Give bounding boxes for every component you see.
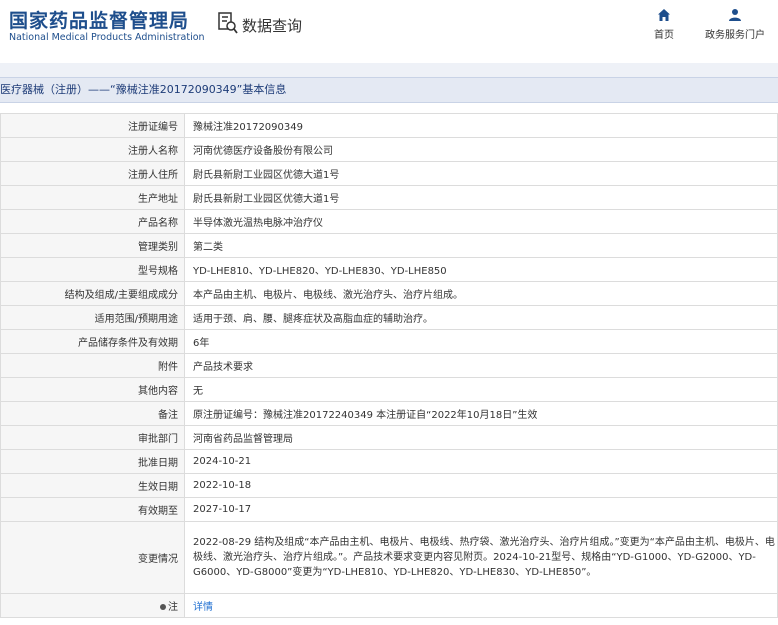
- field-value: 尉氏县新尉工业园区优德大道1号: [184, 185, 778, 210]
- detail-table: 注册证编号 豫械注准20172090349 注册人名称 河南优德医疗设备股份有限公司注…: [0, 113, 778, 618]
- field-value: 本产品由主机、电极片、电极线、激光治疗头、治疗片组成。: [184, 281, 778, 306]
- field-value: 尉氏县新尉工业园区优德大道1号: [184, 161, 778, 186]
- field-value: 半导体激光温热电脉冲治疗仪: [184, 209, 778, 234]
- field-value: 2027-10-17: [184, 497, 778, 522]
- field-label: 产品储存条件及有效期: [0, 329, 185, 354]
- table-row: 管理类别 第二类: [0, 233, 778, 258]
- note-value: 详情: [184, 593, 778, 618]
- table-row: 注册人住所 尉氏县新尉工业园区优德大道1号: [0, 161, 778, 186]
- table-row: 注册人名称 河南优德医疗设备股份有限公司: [0, 137, 778, 162]
- field-value: 原注册证编号：豫械注准20172240349 本注册证自“2022年10月18日…: [184, 401, 778, 426]
- table-row: 型号规格 YD-LHE810、YD-LHE820、YD-LHE830、YD-LHE…: [0, 257, 778, 282]
- table-row: 生产地址 尉氏县新尉工业园区优德大道1号: [0, 185, 778, 210]
- field-label: 生效日期: [0, 473, 185, 498]
- note-key-label: 注: [168, 602, 178, 613]
- table-row: 产品名称 半导体激光温热电脉冲治疗仪: [0, 209, 778, 234]
- field-label: 注册人住所: [0, 161, 185, 186]
- page-title: 医疗器械（注册）——“豫械注准20172090349”基本信息: [0, 77, 778, 103]
- table-row: 有效期至 2027-10-17: [0, 497, 778, 522]
- nav-home[interactable]: 首页: [652, 8, 676, 41]
- table-row: 注册证编号 豫械注准20172090349: [0, 113, 778, 138]
- data-query-icon: [218, 12, 238, 38]
- field-label: 注册证编号: [0, 113, 185, 138]
- field-value: 产品技术要求: [184, 353, 778, 378]
- table-row: 批准日期 2024-10-21: [0, 449, 778, 474]
- header-divider: [0, 63, 778, 77]
- table-row: 生效日期 2022-10-18: [0, 473, 778, 498]
- field-label: 备注: [0, 401, 185, 426]
- nav-home-label: 首页: [654, 30, 674, 41]
- user-icon: [729, 9, 741, 21]
- field-value: 适用于颈、肩、腰、腿疼症状及高脂血症的辅助治疗。: [184, 305, 778, 330]
- field-label: 注册人名称: [0, 137, 185, 162]
- table-row: 其他内容无: [0, 377, 778, 402]
- field-label: 结构及组成/主要组成成分: [0, 281, 185, 306]
- table-row: 适用范围/预期用途 适用于颈、肩、腰、腿疼症状及高脂血症的辅助治疗。: [0, 305, 778, 330]
- site-logo-subtitle: National Medical Products Administration: [9, 32, 205, 43]
- field-label: 审批部门: [0, 425, 185, 450]
- field-label: 生产地址: [0, 185, 185, 210]
- change-key: 变更情况: [0, 521, 185, 594]
- table-row-note: 注 详情: [0, 593, 778, 618]
- field-value: 第二类: [184, 233, 778, 258]
- field-value: 河南省药品监督管理局: [184, 425, 778, 450]
- field-label: 附件: [0, 353, 185, 378]
- field-value: 2022-10-18: [184, 473, 778, 498]
- note-key: 注: [0, 593, 185, 618]
- field-value: 豫械注准20172090349: [184, 113, 778, 138]
- field-label: 型号规格: [0, 257, 185, 282]
- table-row: 备注 原注册证编号：豫械注准20172240349 本注册证自“2022年10月1…: [0, 401, 778, 426]
- table-row-change: 变更情况 2022-08-29 结构及组成“本产品由主机、电极片、电极线、热疗袋…: [0, 521, 778, 594]
- nav-service-portal[interactable]: 政务服务门户: [700, 8, 770, 41]
- field-label: 适用范围/预期用途: [0, 305, 185, 330]
- field-value: 河南优德医疗设备股份有限公司: [184, 137, 778, 162]
- field-label: 批准日期: [0, 449, 185, 474]
- table-row: 结构及组成/主要组成成分 本产品由主机、电极片、电极线、激光治疗头、治疗片组成。: [0, 281, 778, 306]
- change-value: 2022-08-29 结构及组成“本产品由主机、电极片、电极线、热疗袋、激光治疗…: [184, 521, 778, 594]
- field-value: 6年: [184, 329, 778, 354]
- data-query-link[interactable]: 数据查询: [218, 12, 302, 38]
- site-header: 国家药品监督管理局 National Medical Products Admi…: [0, 0, 778, 54]
- field-value: 无: [184, 377, 778, 402]
- field-label: 管理类别: [0, 233, 185, 258]
- field-label: 有效期至: [0, 497, 185, 522]
- field-label: 产品名称: [0, 209, 185, 234]
- home-icon: [658, 9, 670, 21]
- table-row: 审批部门 河南省药品监督管理局: [0, 425, 778, 450]
- bullet-icon: [160, 604, 166, 610]
- field-value: 2024-10-21: [184, 449, 778, 474]
- field-label: 其他内容: [0, 377, 185, 402]
- nav-service-label: 政务服务门户: [705, 30, 765, 41]
- data-query-label: 数据查询: [242, 16, 303, 35]
- field-value: YD-LHE810、YD-LHE820、YD-LHE830、YD-LHE850: [184, 257, 778, 282]
- site-logo-title[interactable]: 国家药品监督管理局: [9, 6, 189, 33]
- details-link[interactable]: 详情: [193, 602, 213, 613]
- table-row: 附件 产品技术要求: [0, 353, 778, 378]
- table-row: 产品储存条件及有效期 6年: [0, 329, 778, 354]
